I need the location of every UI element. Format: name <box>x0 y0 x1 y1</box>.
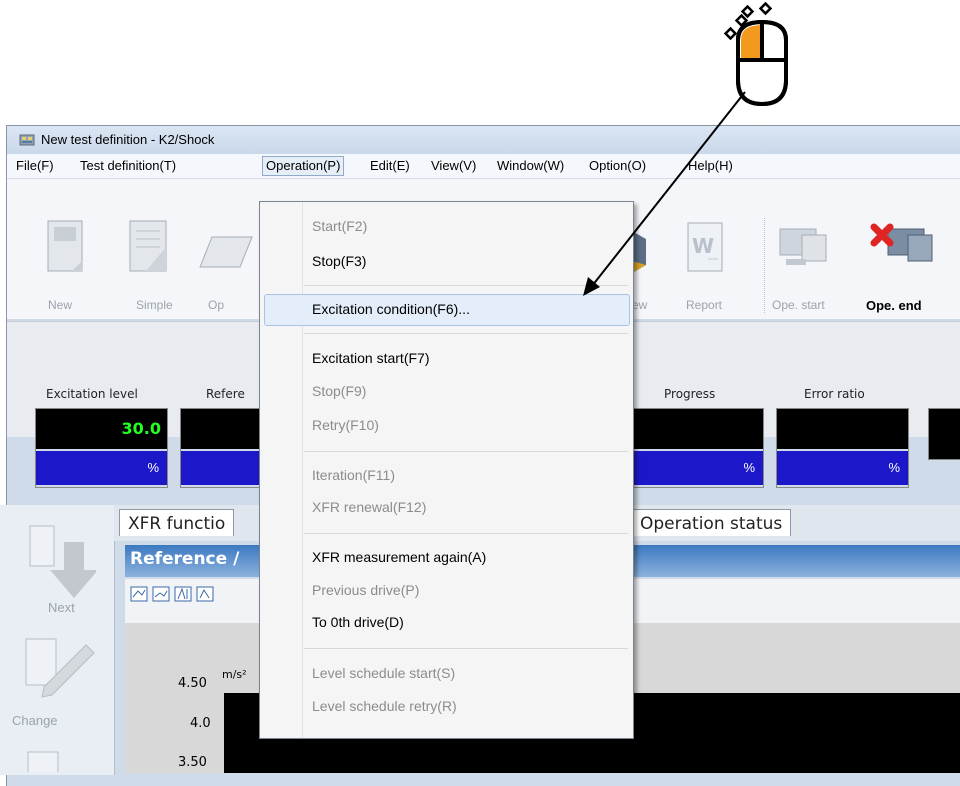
menu-item-stop[interactable]: Stop(F3) <box>312 253 366 269</box>
menu-item-level-schedule-retry[interactable]: Level schedule retry(R) <box>312 698 457 714</box>
menu-edit[interactable]: Edit(E) <box>367 157 413 175</box>
menu-item-start[interactable]: Start(F2) <box>312 218 367 234</box>
extra-meter <box>928 408 960 460</box>
excitation-level-meter: 30.0 % <box>35 408 168 488</box>
progress-label: Progress <box>664 387 716 401</box>
menu-separator <box>304 533 628 534</box>
menu-item-stop-f9[interactable]: Stop(F9) <box>312 383 366 399</box>
menu-option[interactable]: Option(O) <box>586 157 649 175</box>
ope-end-button[interactable]: Ope. end <box>848 215 960 313</box>
menu-test-definition[interactable]: Test definition(T) <box>77 157 179 175</box>
menu-item-previous-drive[interactable]: Previous drive(P) <box>312 582 419 598</box>
window-title: New test definition - K2/Shock <box>41 132 215 147</box>
excitation-level-value: 30.0 <box>36 409 167 449</box>
operation-end-icon <box>870 223 933 265</box>
menu-separator <box>304 648 628 649</box>
y-tick-label: 4.50 <box>178 676 207 691</box>
menu-item-level-schedule-start[interactable]: Level schedule start(S) <box>312 665 455 681</box>
tab-xfr-function[interactable]: XFR functio <box>119 509 235 536</box>
excitation-level-unit: % <box>36 451 167 485</box>
progress-meter: % <box>632 408 764 488</box>
click-sparkle-icon <box>723 1 773 41</box>
graph-title: Reference / <box>130 549 240 569</box>
reference-label: Refere <box>206 387 245 401</box>
view-icon <box>632 231 646 273</box>
operation-dropdown-menu: Start(F2) Stop(F3) Excitation condition(… <box>259 201 634 739</box>
reference-meter <box>180 408 262 488</box>
report-button-label: Report <box>686 298 723 312</box>
menu-item-to-0th-drive[interactable]: To 0th drive(D) <box>312 614 404 630</box>
view-button-label: ew <box>632 298 648 312</box>
simple-button-label: Simple <box>136 298 173 312</box>
excitation-level-label: Excitation level <box>46 387 138 401</box>
menu-item-xfr-renewal[interactable]: XFR renewal(F12) <box>312 499 426 515</box>
change-label: Change <box>12 713 58 728</box>
new-button-label: New <box>48 298 73 312</box>
document-icon <box>27 751 59 772</box>
menu-gutter <box>260 202 303 738</box>
menu-window[interactable]: Window(W) <box>494 157 567 175</box>
change-pencil-icon <box>25 638 95 698</box>
menu-item-iteration[interactable]: Iteration(F11) <box>312 467 395 483</box>
svg-text:W: W <box>692 234 714 258</box>
menu-item-excitation-start[interactable]: Excitation start(F7) <box>312 350 429 366</box>
menu-view[interactable]: View(V) <box>428 157 479 175</box>
menu-bar: File(F) Test definition(T) Operation(P) … <box>7 154 960 179</box>
ope-start-button[interactable]: Ope. start <box>770 215 840 312</box>
menu-separator <box>304 285 628 286</box>
error-ratio-meter: % <box>776 408 909 488</box>
word-report-icon: W <box>687 222 723 272</box>
next-label: Next <box>48 600 75 615</box>
open-folder-icon <box>199 236 253 268</box>
graph-tool-icons[interactable] <box>130 585 260 605</box>
menu-item-excitation-condition[interactable]: Excitation condition(F6)... <box>312 301 470 317</box>
change-button[interactable]: Change <box>12 635 110 745</box>
tab-operation-status[interactable]: Operation status <box>632 509 792 536</box>
menu-operation[interactable]: Operation(P) <box>262 156 345 176</box>
simple-button[interactable]: Simple <box>120 215 180 312</box>
ope-start-button-label: Ope. start <box>772 298 825 312</box>
progress-unit: % <box>633 451 763 485</box>
next-button[interactable]: Next <box>26 522 106 632</box>
title-bar: New test definition - K2/Shock <box>7 126 960 154</box>
menu-separator <box>304 451 628 452</box>
toolbar-separator <box>764 218 765 313</box>
y-tick-label: 3.50 <box>178 755 207 770</box>
menu-file[interactable]: File(F) <box>13 157 57 175</box>
y-unit-label: m/s² <box>222 668 247 681</box>
next-arrow-icon <box>29 525 96 598</box>
y-tick-label: 4.0 <box>190 716 211 731</box>
menu-help[interactable]: Help(H) <box>685 157 736 175</box>
view-button[interactable]: ew <box>632 215 672 312</box>
operation-start-icon <box>779 228 827 265</box>
ope-end-button-label: Ope. end <box>866 298 922 313</box>
app-icon <box>19 134 35 146</box>
new-document-icon <box>47 220 83 272</box>
error-ratio-label: Error ratio <box>804 387 865 401</box>
menu-separator <box>304 333 628 334</box>
menu-item-xfr-measurement-again[interactable]: XFR measurement again(A) <box>312 549 486 565</box>
open-button[interactable]: Op <box>196 215 256 312</box>
open-button-label: Op <box>208 298 225 312</box>
error-ratio-unit: % <box>777 451 908 485</box>
report-button[interactable]: W Report <box>680 215 740 312</box>
menu-item-retry[interactable]: Retry(F10) <box>312 417 379 433</box>
new-button[interactable]: New <box>38 215 98 312</box>
mouse-left-click-icon <box>736 19 788 107</box>
simple-document-icon <box>129 220 167 272</box>
